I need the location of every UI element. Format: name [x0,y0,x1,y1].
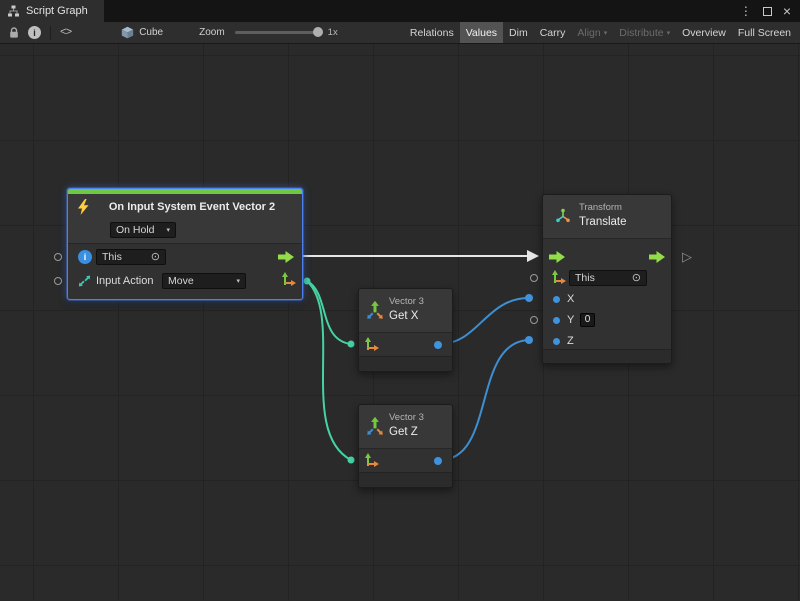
align-button[interactable]: Align ▾ [571,22,613,43]
inspect-button[interactable]: i [24,22,45,43]
node-header: Vector 3 Get Z [359,405,452,449]
edit-source-button[interactable]: <> [56,22,75,43]
zoom-value: 1x [328,27,338,38]
node-translate[interactable]: Transform Translate ▷ This ⊙ X Y 0 Z [542,194,672,364]
zoom-slider[interactable] [235,31,321,34]
vector3-input-port[interactable] [364,337,379,352]
node-category: Vector 3 [389,296,424,307]
fullscreen-button[interactable]: Full Screen [732,22,800,43]
x-label: X [567,289,574,309]
node-title: Translate [579,216,627,228]
flow-continuation-port[interactable]: ▷ [682,247,692,267]
node-get-x[interactable]: Vector 3 Get X [358,288,453,372]
info-icon: i [78,250,92,264]
zoom-label: Zoom [199,27,225,38]
values-button[interactable]: Values [460,22,503,43]
event-this-selector[interactable]: This ⊙ [96,249,166,265]
zoom-slider-handle[interactable] [313,27,323,37]
input-action-label: Input Action [96,269,154,293]
event-input-port[interactable] [54,253,62,261]
z-label: Z [567,331,574,351]
chevron-down-icon: ▾ [166,226,170,234]
distribute-button[interactable]: Distribute ▾ [613,22,676,43]
dim-button[interactable]: Dim [503,22,534,43]
flow-output-port[interactable] [278,251,294,263]
translate-this-selector[interactable]: This ⊙ [569,270,647,286]
graph-icon [7,5,20,18]
x-input-port[interactable] [553,296,560,303]
event-node-header: On Input System Event Vector 2 On Hold ▾ [68,194,302,244]
z-input-port[interactable] [553,338,560,345]
node-title: Get X [389,310,418,322]
event-mode-dropdown[interactable]: On Hold ▾ [110,222,176,238]
distribute-label: Distribute [619,27,663,39]
y-unconnected-port[interactable] [530,316,538,324]
tab-script-graph[interactable]: Script Graph [0,0,104,22]
window-titlebar: Script Graph ⋮ × [0,0,800,22]
vector2-output-port[interactable] [281,272,296,287]
input-action-icon [77,274,92,288]
wire-vector2-to-getz[interactable] [307,281,351,460]
node-on-input-system-event[interactable]: On Input System Event Vector 2 On Hold ▾… [67,188,303,300]
node-title: Get Z [389,426,418,438]
node-footer [359,356,452,371]
chevron-down-icon: ▾ [236,277,240,285]
graph-canvas[interactable]: On Input System Event Vector 2 On Hold ▾… [0,44,800,601]
transform-icon [555,208,571,224]
graph-toolbar: i <> Cube Zoom 1x Relations Values Dim C… [0,22,800,44]
vector3-icon [365,301,385,321]
input-action-value: Move [168,275,194,287]
target-icon: ⊙ [632,273,641,284]
node-footer [359,472,452,487]
graph-context-breadcrumb[interactable]: Cube [121,26,163,39]
chevron-down-icon: ▾ [604,30,608,37]
node-footer [543,349,671,363]
target-icon: ⊙ [151,252,160,263]
vector3-input-port[interactable] [364,453,379,468]
kebab-menu-icon[interactable]: ⋮ [740,5,752,17]
zoom-control: Zoom 1x [199,27,338,38]
context-label: Cube [139,27,163,38]
toolbar-buttons: Relations Values Dim Carry Align ▾ Distr… [404,22,800,43]
node-header: Vector 3 Get X [359,289,452,333]
node-get-z[interactable]: Vector 3 Get Z [358,404,453,488]
node-category: Transform [579,202,622,213]
lock-button[interactable] [4,22,24,43]
flow-input-port[interactable] [549,251,565,263]
y-input-port[interactable] [553,317,560,324]
toolbar-separator [50,26,51,40]
close-icon[interactable]: × [783,4,791,18]
chevron-down-icon: ▾ [667,30,671,37]
node-title: On Input System Event Vector 2 [86,194,298,220]
input-action-dropdown[interactable]: Move ▾ [162,273,246,289]
float-output-port[interactable] [434,341,442,349]
event-input-port[interactable] [54,277,62,285]
this-input-port[interactable] [530,274,538,282]
y-label: Y [567,309,574,331]
node-header: Transform Translate [543,195,671,239]
overview-button[interactable]: Overview [676,22,732,43]
this-label: This [102,251,122,263]
lock-icon [8,26,20,39]
flow-wire-arrowhead [527,250,539,262]
maximize-icon[interactable] [763,7,772,16]
flow-output-port[interactable] [649,251,665,263]
relations-button[interactable]: Relations [404,22,460,43]
window-controls: ⋮ × [740,0,800,22]
event-mode-value: On Hold [116,224,155,236]
cube-icon [121,26,134,39]
carry-button[interactable]: Carry [534,22,572,43]
node-category: Vector 3 [389,412,424,423]
y-value-input[interactable]: 0 [580,313,595,327]
info-icon: i [28,26,41,39]
wire-getx-to-x[interactable] [440,298,529,344]
align-label: Align [577,27,600,39]
transform-port-icon [551,270,566,285]
float-output-port[interactable] [434,457,442,465]
tab-label: Script Graph [26,5,88,17]
wire-getz-to-z[interactable] [440,340,529,460]
vector3-icon [365,417,385,437]
this-label: This [575,272,595,284]
